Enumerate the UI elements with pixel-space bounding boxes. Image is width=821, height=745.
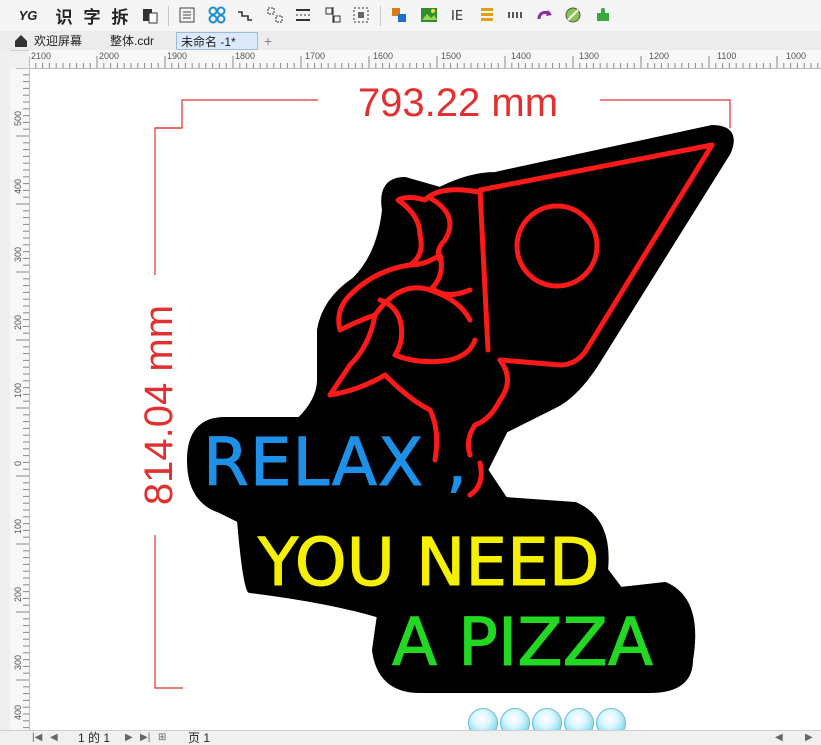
horizontal-ruler[interactable]: 2100 2000 1900 1800 1700 1600 1500 1400 … bbox=[29, 50, 821, 69]
layer-icon[interactable] bbox=[388, 4, 410, 26]
prev-page-button[interactable]: ◀ bbox=[50, 731, 58, 745]
ruler-label: 1100 bbox=[717, 51, 737, 61]
select-frame-icon[interactable] bbox=[350, 4, 372, 26]
dotted-align-icon[interactable] bbox=[264, 4, 286, 26]
ruler-label: 1600 bbox=[373, 51, 394, 61]
dots-icon[interactable] bbox=[504, 4, 526, 26]
list-icon[interactable] bbox=[176, 4, 198, 26]
height-dimension-label: 814.04 mm bbox=[137, 305, 181, 505]
page-counter: 1 的 1 bbox=[78, 731, 111, 745]
ruler-label: 1300 bbox=[579, 51, 600, 61]
char-button[interactable]: 字 bbox=[80, 4, 104, 27]
svg-text:IE: IE bbox=[451, 9, 463, 24]
ruler-label: 1900 bbox=[167, 51, 188, 61]
toolbar-divider bbox=[168, 6, 169, 26]
ruler-label: 300 bbox=[13, 246, 23, 262]
redo-arrow-icon[interactable] bbox=[534, 4, 556, 26]
main-toolbar: YG 识 字 拆 IE bbox=[0, 0, 821, 32]
ruler-label: 200 bbox=[13, 314, 23, 330]
ruler-label: 1700 bbox=[305, 51, 326, 61]
grid-align-icon[interactable] bbox=[322, 4, 344, 26]
image-icon[interactable] bbox=[418, 4, 440, 26]
scroll-right-button[interactable]: ▶ bbox=[805, 731, 813, 745]
tab-welcome[interactable]: 欢迎屏幕 bbox=[30, 32, 108, 50]
ruler-label: 300 bbox=[13, 654, 23, 670]
ruler-label: 1500 bbox=[441, 51, 462, 61]
text-frame-icon[interactable]: IE bbox=[448, 4, 470, 26]
node-pattern-icon[interactable] bbox=[206, 4, 228, 26]
toolbox-strip[interactable] bbox=[0, 50, 10, 744]
ruler-label: 2100 bbox=[31, 51, 52, 61]
ruler-label: 500 bbox=[13, 110, 23, 126]
document-tab-bar: 欢迎屏幕 整体.cdr 未命名 -1* + bbox=[0, 31, 821, 51]
toolbar-divider bbox=[380, 6, 381, 26]
last-page-button[interactable]: ▶| bbox=[140, 731, 150, 745]
puzzle-icon[interactable] bbox=[592, 4, 614, 26]
ruler-label: 1400 bbox=[511, 51, 532, 61]
ruler-label: 1800 bbox=[235, 51, 256, 61]
wave-align-icon[interactable] bbox=[234, 4, 256, 26]
text-lines-icon[interactable] bbox=[292, 4, 314, 26]
clipboard-icon[interactable] bbox=[138, 4, 162, 26]
yg-logo-button[interactable]: YG bbox=[14, 4, 42, 26]
page-navigation-bar: |◀ ◀ 1 的 1 ▶ ▶| ⊞ 页 1 ◀ ▶ bbox=[0, 730, 821, 745]
add-page-icon[interactable]: ⊞ bbox=[158, 731, 166, 745]
scroll-left-button[interactable]: ◀ bbox=[775, 731, 783, 745]
ruler-label: 100 bbox=[13, 382, 23, 398]
disc-icon[interactable] bbox=[562, 4, 584, 26]
ruler-label: 400 bbox=[13, 704, 23, 720]
tab-file1[interactable]: 整体.cdr bbox=[106, 32, 176, 50]
ruler-label: 1000 bbox=[786, 51, 807, 61]
next-page-button[interactable]: ▶ bbox=[125, 731, 133, 745]
ruler-label: 100 bbox=[13, 518, 23, 534]
you-need-text: YOU NEED bbox=[257, 524, 600, 601]
ruler-label: 2000 bbox=[99, 51, 120, 61]
first-page-button[interactable]: |◀ bbox=[32, 731, 42, 745]
add-tab-button[interactable]: + bbox=[260, 32, 278, 50]
ruler-label: 400 bbox=[13, 178, 23, 194]
relax-text: RELAX , bbox=[203, 424, 468, 501]
a-pizza-text: A PIZZA bbox=[392, 604, 653, 681]
width-dimension-label: 793.22 mm bbox=[358, 81, 558, 125]
vertical-ruler[interactable]: 500 400 300 200 100 0 100 200 300 400 bbox=[10, 68, 30, 730]
ruler-label: 1200 bbox=[649, 51, 670, 61]
ruler-label: 0 bbox=[13, 460, 23, 466]
split-button[interactable]: 拆 bbox=[108, 4, 132, 27]
tab-active-document[interactable]: 未命名 -1* bbox=[176, 32, 258, 50]
ruler-label: 200 bbox=[13, 586, 23, 602]
page-tab[interactable]: 页 1 bbox=[188, 731, 210, 745]
drawing-canvas[interactable]: 793.22 mm 814.04 mm RELAX , YOU NEED A P… bbox=[30, 69, 821, 730]
recognize-button[interactable]: 识 bbox=[52, 4, 76, 27]
home-icon[interactable] bbox=[10, 32, 32, 50]
stack-icon[interactable] bbox=[476, 4, 498, 26]
